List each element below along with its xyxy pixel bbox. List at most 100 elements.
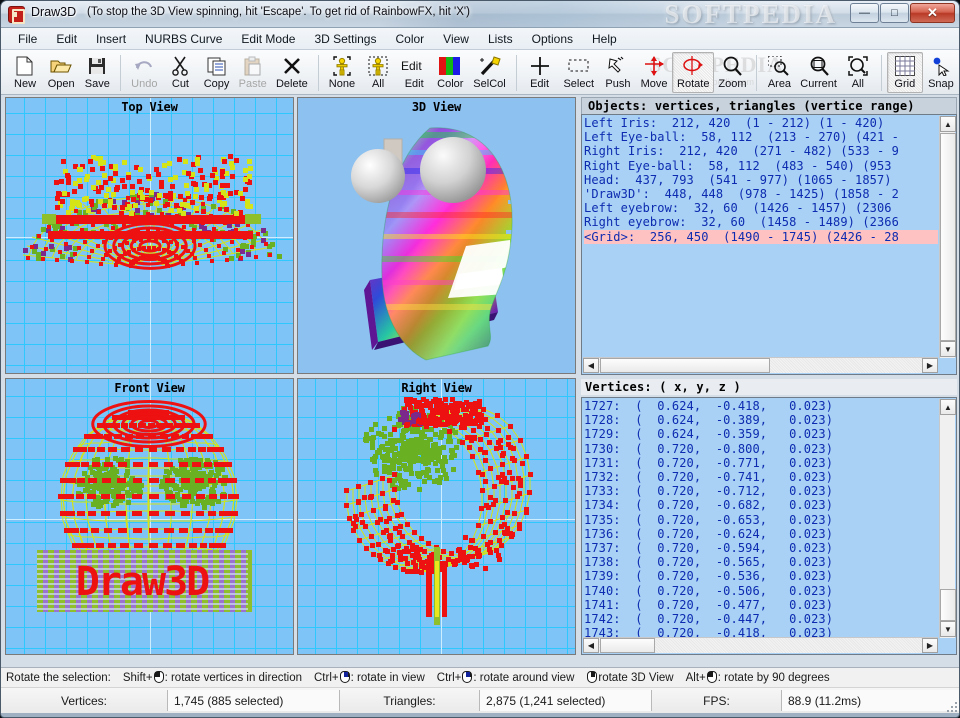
list-item[interactable]: Head: 437, 793 (541 - 977) (1065 - 1857) (584, 173, 938, 187)
toolbar-button-delete-1[interactable]: Delete (271, 52, 313, 93)
app-logo-icon (8, 6, 25, 23)
snap-point-icon (930, 55, 952, 77)
viewport-3d-view[interactable]: Draw3D Draw3D (297, 97, 576, 374)
menu-item-edit[interactable]: Edit (47, 30, 86, 48)
toolbar-button-new-0[interactable]: New (7, 52, 43, 93)
menu-bar: File Edit Insert NURBS Curve Edit Mode 3D Set… (1, 28, 959, 50)
vertices-scroll-down-button[interactable]: ▼ (940, 621, 956, 637)
list-item[interactable]: Left Eye-ball: 58, 112 (213 - 270) (421 … (584, 130, 938, 144)
toolbar-button-current-4[interactable]: Current (798, 52, 840, 93)
objects-scroll-right-button[interactable]: ▶ (922, 358, 938, 373)
fps-label: FPS: (651, 690, 781, 711)
menu-item-lists[interactable]: Lists (479, 30, 522, 48)
toolbar-button-push-3[interactable]: Push (600, 52, 636, 93)
list-item[interactable]: 1736: ( 0.720, -0.624, 0.023) (584, 527, 938, 541)
toolbar-button-edit-3[interactable]: Edit (522, 52, 558, 93)
toolbar-button-rotate-3[interactable]: Rotate (672, 52, 714, 93)
list-item[interactable]: 1727: ( 0.624, -0.418, 0.023) (584, 399, 938, 413)
toolbar-button-all-4[interactable]: All (840, 52, 876, 93)
list-item[interactable]: 1730: ( 0.720, -0.800, 0.023) (584, 442, 938, 456)
menu-item-3d-settings[interactable]: 3D Settings (305, 30, 385, 48)
toolbar-button-save-0[interactable]: Save (79, 52, 115, 93)
toolbar-button-zoom-3[interactable]: Zoom (714, 52, 750, 93)
resize-grip[interactable] (943, 698, 957, 712)
viewport-right-view[interactable]: Right View (297, 378, 576, 655)
toolbar-button-all-2[interactable]: All (360, 52, 396, 93)
list-item[interactable]: 1737: ( 0.720, -0.594, 0.023) (584, 541, 938, 555)
viewport-front-view[interactable]: Draw3D Front View (5, 378, 294, 655)
vertices-scroll-up-button[interactable]: ▲ (940, 399, 956, 415)
vertices-scroll-right-button[interactable]: ▶ (922, 638, 938, 653)
toolbar-button-cut-1[interactable]: Cut (162, 52, 198, 93)
menu-item-file[interactable]: File (9, 30, 46, 48)
list-item[interactable]: Right eyebrow: 32, 60 (1458 - 1489) (236… (584, 215, 938, 229)
magnifier-icon (722, 55, 742, 77)
objects-scroll-thumb[interactable] (940, 133, 956, 341)
list-item[interactable]: 1734: ( 0.720, -0.682, 0.023) (584, 498, 938, 512)
toolbar-button-select-3[interactable]: Select (558, 52, 600, 93)
viewport-top-view[interactable]: Top View (5, 97, 294, 374)
list-item[interactable]: 1731: ( 0.720, -0.771, 0.023) (584, 456, 938, 470)
objects-listbox[interactable]: Left Iris: 212, 420 (1 - 212) (1 - 420) L… (581, 114, 957, 375)
toolbar-button-move-3[interactable]: Move (636, 52, 672, 93)
rgb-bars-icon (439, 55, 461, 77)
objects-hscroll-thumb[interactable] (600, 358, 770, 373)
vertices-scroll-left-button[interactable]: ◀ (583, 638, 599, 653)
objects-horizontal-scrollbar[interactable]: ◀ ▶ (583, 357, 938, 373)
minimize-button[interactable]: — (850, 3, 879, 23)
toolbar-button-selcol-2[interactable]: SelCol (468, 52, 510, 93)
hint-segment: Alt+: rotate by 90 degrees (686, 672, 830, 684)
toolbar-button-paste-1: Paste (235, 52, 271, 93)
vertices-hscroll-thumb[interactable] (600, 638, 655, 653)
list-item[interactable]: 1732: ( 0.720, -0.741, 0.023) (584, 470, 938, 484)
menu-item-view[interactable]: View (434, 30, 478, 48)
close-button[interactable]: ✕ (910, 3, 955, 23)
mouse-right-button-icon (462, 671, 472, 683)
list-item[interactable]: 'Draw3D': 448, 448 (978 - 1425) (1858 - … (584, 187, 938, 201)
toolbar-button-none-2[interactable]: None (324, 52, 360, 93)
objects-rows: Left Iris: 212, 420 (1 - 212) (1 - 420) L… (584, 116, 938, 374)
menu-item-edit-mode[interactable]: Edit Mode (232, 30, 304, 48)
vertices-horizontal-scrollbar[interactable]: ◀ ▶ (583, 637, 938, 653)
toolbar-button-copy-1[interactable]: Copy (199, 52, 235, 93)
list-item[interactable]: 1741: ( 0.720, -0.477, 0.023) (584, 598, 938, 612)
toolbar-button-area-4[interactable]: Area (761, 52, 797, 93)
menu-item-options[interactable]: Options (523, 30, 582, 48)
objects-vertical-scrollbar[interactable]: ▲ ▼ (939, 116, 955, 358)
toolbar-button-label: Zoom (718, 78, 746, 90)
objects-scroll-left-button[interactable]: ◀ (583, 358, 599, 373)
vertices-listbox[interactable]: 1727: ( 0.624, -0.418, 0.023) 1728: ( 0.6… (581, 397, 957, 655)
vertices-vertical-scrollbar[interactable]: ▲ ▼ (939, 399, 955, 638)
list-item[interactable]: Right Eye-ball: 58, 112 (483 - 540) (953 (584, 159, 938, 173)
list-item[interactable]: 1729: ( 0.624, -0.359, 0.023) (584, 427, 938, 441)
vertices-scroll-thumb[interactable] (940, 589, 956, 621)
toolbar-button-label: Current (800, 78, 837, 90)
objects-scroll-down-button[interactable]: ▼ (940, 341, 956, 357)
hint-text: : rotate by 90 degrees (718, 672, 830, 684)
list-item[interactable]: <Grid>: 256, 450 (1490 - 1745) (2426 - 2… (584, 230, 938, 244)
list-item[interactable]: Right Iris: 212, 420 (271 - 482) (533 - … (584, 144, 938, 158)
list-item[interactable]: Left Iris: 212, 420 (1 - 212) (1 - 420) (584, 116, 938, 130)
list-item[interactable]: 1733: ( 0.720, -0.712, 0.023) (584, 484, 938, 498)
list-item[interactable]: 1740: ( 0.720, -0.506, 0.023) (584, 584, 938, 598)
list-item[interactable]: 1739: ( 0.720, -0.536, 0.023) (584, 569, 938, 583)
toolbar-button-snap-5[interactable]: Snap (923, 52, 959, 93)
list-item[interactable]: Left eyebrow: 32, 60 (1426 - 1457) (2306 (584, 201, 938, 215)
triangles-count-label: Triangles: (339, 690, 479, 711)
magic-wand-icon (479, 55, 501, 77)
list-item[interactable]: 1742: ( 0.720, -0.447, 0.023) (584, 612, 938, 626)
menu-item-nurbs-curve[interactable]: NURBS Curve (136, 30, 231, 48)
toolbar-button-color-2[interactable]: Color (432, 52, 468, 93)
maximize-button[interactable]: □ (880, 3, 909, 23)
toolbar-button-open-0[interactable]: Open (43, 52, 79, 93)
toolbar-button-edit-2[interactable]: Edit Edit (396, 52, 432, 93)
menu-item-insert[interactable]: Insert (87, 30, 135, 48)
toolbar-button-grid-5[interactable]: Grid (887, 52, 923, 93)
objects-scroll-up-button[interactable]: ▲ (940, 116, 956, 132)
list-item[interactable]: 1735: ( 0.720, -0.653, 0.023) (584, 513, 938, 527)
menu-item-help[interactable]: Help (583, 30, 626, 48)
list-item[interactable]: 1738: ( 0.720, -0.565, 0.023) (584, 555, 938, 569)
list-item[interactable]: 1728: ( 0.624, -0.389, 0.023) (584, 413, 938, 427)
menu-item-color[interactable]: Color (386, 30, 433, 48)
x-delete-icon (283, 55, 301, 77)
